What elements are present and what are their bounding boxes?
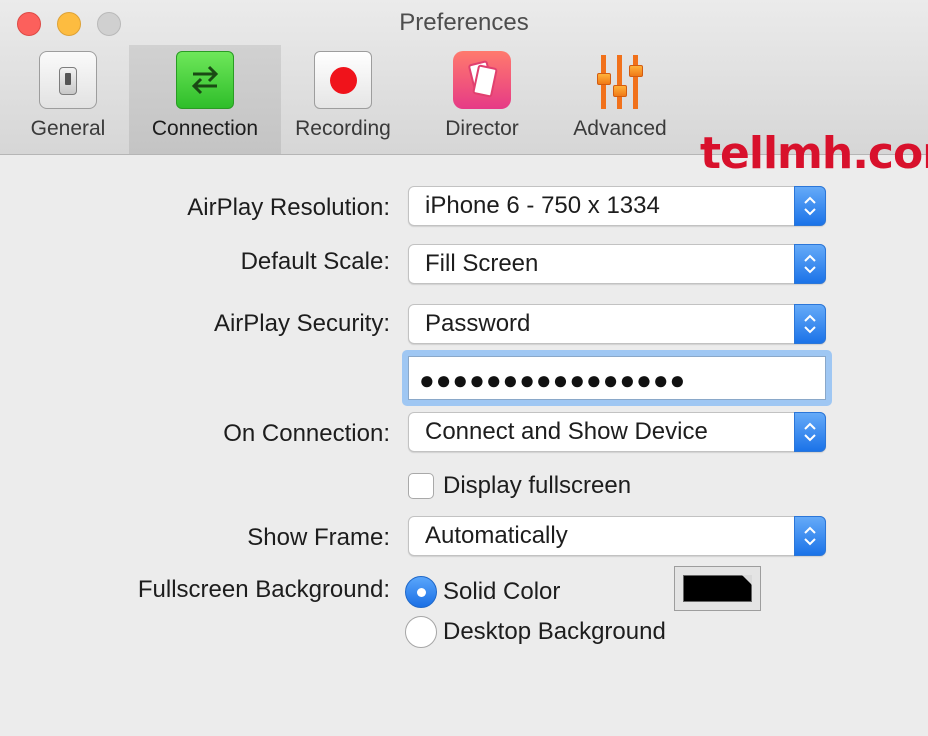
up-down-chevron-icon	[794, 516, 826, 556]
window-title: Preferences	[399, 9, 529, 36]
show-frame-value: Automatically	[425, 522, 568, 549]
scale-label: Default Scale:	[240, 248, 390, 275]
tab-general[interactable]: General	[8, 45, 128, 154]
fullscreen-background-label: Fullscreen Background:	[137, 576, 390, 603]
solid-color-label[interactable]: Solid Color	[443, 578, 560, 606]
up-down-chevron-icon	[794, 186, 826, 226]
watermark: tellmh.com	[700, 128, 928, 179]
resolution-value: iPhone 6 - 750 x 1334	[425, 192, 660, 219]
resolution-popup[interactable]: iPhone 6 - 750 x 1334	[408, 186, 826, 226]
password-mask: ●●●●●●●●●●●●●●●●	[419, 365, 687, 395]
sliders-icon	[591, 51, 649, 109]
tab-label: General	[30, 117, 106, 140]
tab-recording[interactable]: Recording	[282, 45, 404, 154]
scale-popup[interactable]: Fill Screen	[408, 244, 826, 284]
tab-connection[interactable]: Connection	[129, 45, 281, 154]
display-fullscreen-checkbox[interactable]	[408, 473, 434, 499]
resolution-label: AirPlay Resolution:	[187, 194, 390, 221]
on-connection-popup[interactable]: Connect and Show Device	[408, 412, 826, 452]
solid-color-radio[interactable]	[405, 576, 437, 608]
up-down-chevron-icon	[794, 244, 826, 284]
record-dot-icon	[314, 51, 372, 109]
up-down-chevron-icon	[794, 412, 826, 452]
on-connection-value: Connect and Show Device	[425, 418, 708, 445]
swap-arrows-icon	[176, 51, 234, 109]
tab-label: Director	[445, 117, 519, 140]
display-fullscreen-label[interactable]: Display fullscreen	[443, 472, 631, 500]
security-popup[interactable]: Password	[408, 304, 826, 344]
tab-advanced[interactable]: Advanced	[558, 45, 682, 154]
tab-director[interactable]: Director	[424, 45, 540, 154]
security-value: Password	[425, 310, 531, 337]
password-field[interactable]: ●●●●●●●●●●●●●●●●	[402, 350, 832, 406]
light-switch-icon	[39, 51, 97, 109]
background-color-well[interactable]	[674, 566, 761, 611]
scale-value: Fill Screen	[425, 250, 539, 277]
show-frame-popup[interactable]: Automatically	[408, 516, 826, 556]
show-frame-label: Show Frame:	[247, 524, 390, 551]
security-label: AirPlay Security:	[213, 310, 390, 337]
desktop-background-label[interactable]: Desktop Background	[443, 618, 666, 646]
cards-icon	[453, 51, 511, 109]
tab-label: Recording	[295, 117, 391, 140]
preferences-window: Preferences General Connection Recording…	[0, 0, 928, 736]
tab-label: Advanced	[573, 117, 667, 140]
desktop-background-radio[interactable]	[405, 616, 437, 648]
tab-label: Connection	[151, 117, 259, 140]
on-connection-label: On Connection:	[223, 420, 390, 447]
up-down-chevron-icon	[794, 304, 826, 344]
